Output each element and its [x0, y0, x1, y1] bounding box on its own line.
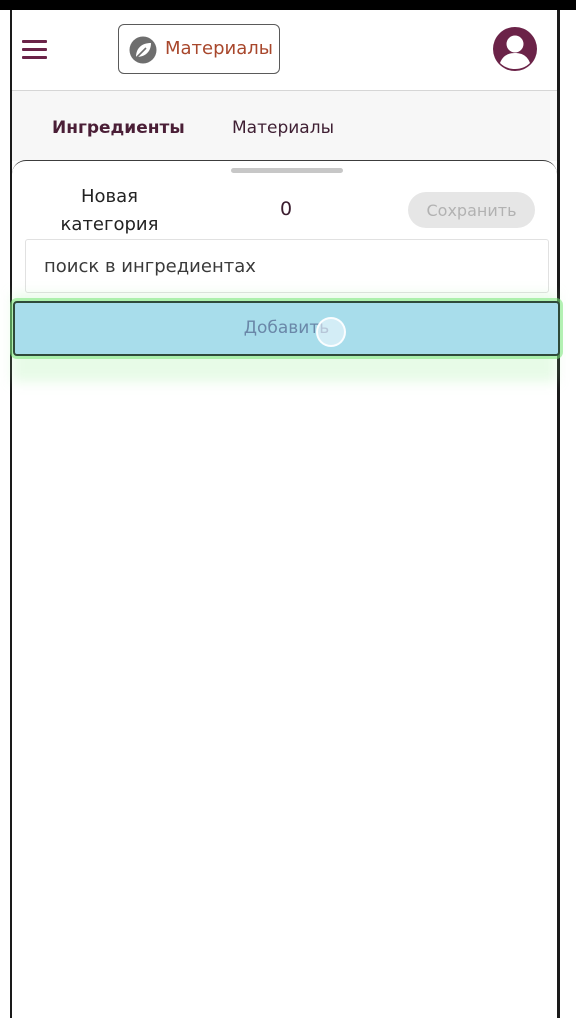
tab-materials[interactable]: Материалы: [232, 117, 334, 139]
category-name[interactable]: Новая категория: [52, 183, 167, 239]
search-input[interactable]: [25, 239, 549, 293]
tabs-bar: Ингредиенты Материалы: [12, 91, 557, 161]
leaf-icon: [129, 36, 157, 64]
brand-logo-box[interactable]: Материалы: [118, 24, 280, 74]
hamburger-menu-icon[interactable]: [22, 40, 48, 60]
add-button[interactable]: Добавить: [13, 301, 560, 356]
sheet-drag-handle[interactable]: [231, 168, 343, 173]
bottom-sheet: Новая категория 0 Сохранить Добавить: [12, 160, 560, 1018]
touch-indicator: [316, 317, 346, 347]
item-count: 0: [280, 198, 293, 220]
save-button[interactable]: Сохранить: [408, 192, 535, 228]
user-avatar-icon[interactable]: [492, 26, 538, 72]
app-header: Материалы: [12, 10, 557, 91]
tab-ingredients[interactable]: Ингредиенты: [52, 117, 185, 139]
brand-label: Материалы: [165, 38, 273, 59]
status-bar: [0, 0, 576, 10]
device-frame-right: [557, 10, 560, 1018]
